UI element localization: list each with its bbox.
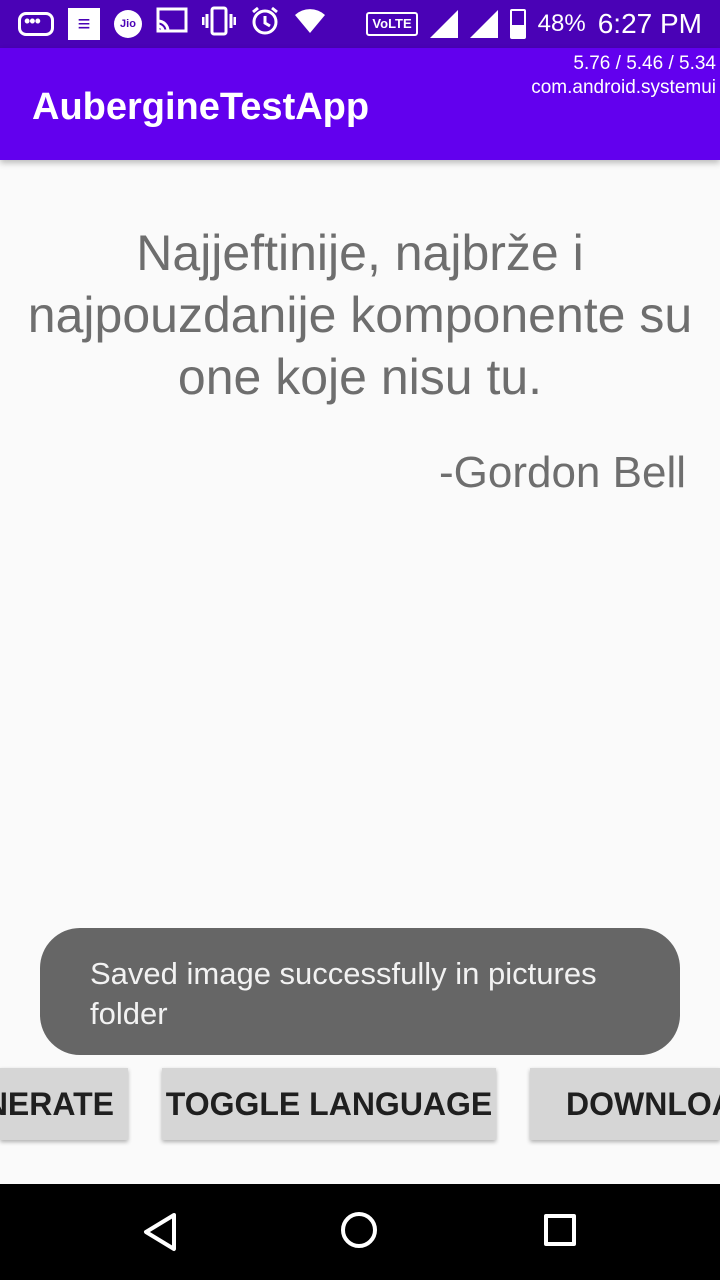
quote-text: Najjeftinije, najbrže i najpouzdanije ko…: [27, 225, 693, 405]
message-notification-icon: [18, 5, 54, 37]
generate-button[interactable]: NERATE: [0, 1068, 128, 1140]
app-bar: AubergineTestApp 5.76 / 5.46 / 5.34 com.…: [0, 48, 720, 160]
toggle-language-button[interactable]: TOGGLE LANGUAGE: [162, 1068, 496, 1140]
alarm-icon: [250, 6, 280, 43]
recent-apps-icon[interactable]: [544, 1214, 576, 1246]
media-notification-icon: ≡: [68, 8, 100, 40]
signal-icon: [429, 10, 458, 38]
foreground-package: com.android.systemui: [531, 77, 716, 98]
back-icon[interactable]: [142, 1212, 178, 1257]
app-title: AubergineTestApp: [32, 86, 370, 128]
wifi-icon: [294, 8, 326, 41]
cast-icon: [156, 7, 188, 42]
signal-icon: [469, 10, 498, 38]
toast-message: Saved image successfully in pictures fol…: [40, 928, 680, 1055]
debug-overlay: 5.76 / 5.46 / 5.34 com.android.systemui: [531, 52, 716, 100]
jio-icon: Jio: [114, 10, 142, 38]
vibrate-icon: [201, 6, 237, 43]
quote-author: -Gordon Bell: [438, 448, 686, 497]
status-icons-right: VoLTE 48% 6:27 PM: [366, 8, 702, 40]
home-icon[interactable]: [341, 1212, 377, 1248]
load-average: 5.76 / 5.46 / 5.34: [573, 53, 716, 74]
status-icons-left: ≡ Jio: [18, 5, 326, 43]
clock: 6:27 PM: [597, 8, 702, 39]
navigation-bar: [0, 1184, 720, 1280]
battery-percentage: 48%: [537, 10, 586, 37]
battery-icon: [509, 9, 526, 39]
download-button[interactable]: DOWNLOA: [530, 1068, 720, 1140]
volte-icon: VoLTE: [366, 12, 418, 36]
status-bar: ≡ Jio VoLTE 48% 6:27 PM: [0, 0, 720, 48]
